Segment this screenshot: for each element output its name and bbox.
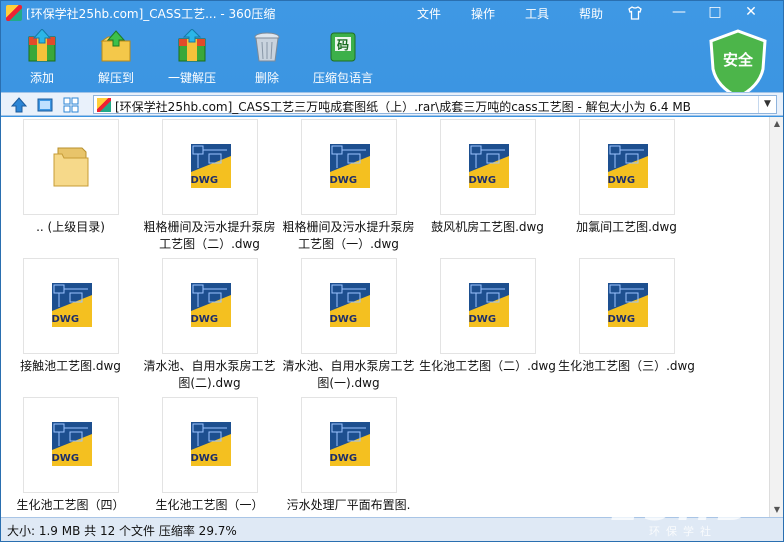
one-click-extract-icon	[174, 28, 210, 65]
dwg-badge: DWG	[468, 314, 497, 325]
file-name-label: 生化池工艺图（三）.dwg	[558, 359, 695, 373]
archive-language-label: 压缩包语言	[312, 71, 373, 85]
title-bar: [环保学社25hb.com]_CASS工艺... - 360压缩 文件 操作 工…	[1, 1, 783, 25]
menu-file[interactable]: 文件	[409, 4, 449, 23]
file-thumbnail: DWG	[300, 397, 397, 493]
extract-to-icon	[98, 29, 134, 65]
window-title: [环保学社25hb.com]_CASS工艺... - 360压缩	[26, 7, 276, 21]
dwg-badge: DWG	[468, 175, 497, 186]
file-name-label: 鼓风机房工艺图.dwg	[431, 220, 544, 234]
file-name-label: 加氯间工艺图.dwg	[576, 220, 677, 234]
code-badge: 码	[336, 38, 349, 52]
file-name-label: 污水处理厂平面布置图.	[286, 498, 411, 512]
file-thumbnail: DWG	[578, 119, 675, 215]
file-item[interactable]: DWG 生化池工艺图（二）.dwg	[418, 258, 557, 375]
dwg-badge: DWG	[329, 175, 358, 186]
file-item[interactable]: DWG 接触池工艺图.dwg	[1, 258, 140, 375]
add-button[interactable]: 添加	[5, 28, 79, 86]
add-label: 添加	[29, 71, 54, 85]
file-thumbnail: DWG	[439, 258, 536, 354]
dwg-badge: DWG	[190, 453, 219, 464]
minimize-icon[interactable]: —	[661, 3, 697, 23]
file-item[interactable]: DWG 生化池工艺图（三）.dwg	[557, 258, 696, 375]
status-text: 大小: 1.9 MB 共 12 个文件 压缩率 29.7%	[7, 524, 237, 538]
toolbar: 添加 解压到 一键解压 删除 码 压缩包语言 安全	[1, 25, 783, 99]
security-badge-text: 安全	[722, 51, 753, 69]
file-thumbnail: DWG	[22, 397, 119, 493]
file-name-label: 生化池工艺图（一）	[155, 498, 264, 512]
dwg-badge: DWG	[51, 453, 80, 464]
file-name-label: 生化池工艺图（二）.dwg	[419, 359, 556, 373]
extract-to-label: 解压到	[97, 71, 134, 85]
main-window: [环保学社25hb.com]_CASS工艺... - 360压缩 文件 操作 工…	[0, 0, 784, 542]
skin-shirt-icon[interactable]	[627, 5, 643, 21]
dwg-badge: DWG	[190, 175, 219, 186]
vertical-scrollbar[interactable]: ▲ ▼	[769, 117, 783, 517]
file-item[interactable]: DWG 粗格栅间及污水提升泵房工艺图（一）.dwg	[279, 119, 418, 253]
file-thumbnail	[22, 119, 119, 215]
address-dropdown-icon[interactable]: ▼	[758, 96, 776, 113]
one-click-extract-label: 一键解压	[167, 71, 216, 85]
parent-folder-item[interactable]: .. (上级目录)	[1, 119, 140, 236]
extract-to-button[interactable]: 解压到	[79, 29, 153, 86]
up-arrow-icon[interactable]	[10, 97, 28, 113]
dwg-badge: DWG	[190, 314, 219, 325]
file-thumbnail: DWG	[300, 258, 397, 354]
file-thumbnail: DWG	[22, 258, 119, 354]
archive-language-icon: 码	[325, 29, 361, 65]
view-grid-icon[interactable]	[63, 97, 79, 113]
file-name-label: 清水池、自用水泵房工艺图(二).dwg	[143, 359, 276, 390]
file-thumbnail: DWG	[161, 119, 258, 215]
file-name-label: 生化池工艺图（四）	[16, 498, 125, 512]
window-controls: — □ ✕	[661, 3, 769, 23]
file-thumbnail: DWG	[578, 258, 675, 354]
menu-tools[interactable]: 工具	[517, 4, 557, 23]
file-name-label: .. (上级目录)	[36, 220, 105, 234]
menu-operation[interactable]: 操作	[463, 4, 503, 23]
add-archive-icon	[24, 28, 60, 65]
file-item[interactable]: DWG 生化池工艺图（四）	[1, 397, 140, 514]
file-item[interactable]: DWG 加氯间工艺图.dwg	[557, 119, 696, 236]
view-large-icon[interactable]	[37, 97, 53, 113]
file-thumbnail: DWG	[161, 397, 258, 493]
address-field[interactable]: [环保学社25hb.com]_CASS工艺三万吨成套图纸（上）.rar\成套三万…	[93, 95, 777, 114]
file-list: .. (上级目录) DWG 粗格栅间及污水提升泵房工艺图（二）.dwg DWG 粗格栅间…	[1, 117, 769, 517]
menu-help[interactable]: 帮助	[571, 4, 611, 23]
delete-trash-icon	[249, 29, 285, 65]
dwg-badge: DWG	[607, 175, 636, 186]
delete-label: 删除	[254, 71, 279, 85]
address-text: [环保学社25hb.com]_CASS工艺三万吨成套图纸（上）.rar\成套三万…	[115, 100, 691, 114]
file-name-label: 粗格栅间及污水提升泵房工艺图（一）.dwg	[282, 220, 415, 251]
folder-icon	[53, 147, 88, 187]
file-thumbnail: DWG	[300, 119, 397, 215]
scroll-up-icon[interactable]: ▲	[770, 117, 784, 131]
security-shield-icon[interactable]: 安全	[707, 29, 769, 99]
dwg-badge: DWG	[329, 453, 358, 464]
delete-button[interactable]: 删除	[230, 29, 304, 86]
archive-language-button[interactable]: 码 压缩包语言	[304, 29, 382, 86]
file-item[interactable]: DWG 清水池、自用水泵房工艺图(一).dwg	[279, 258, 418, 392]
close-icon[interactable]: ✕	[733, 3, 769, 23]
file-item[interactable]: DWG 粗格栅间及污水提升泵房工艺图（二）.dwg	[140, 119, 279, 253]
maximize-icon[interactable]: □	[697, 3, 733, 23]
one-click-extract-button[interactable]: 一键解压	[155, 28, 229, 86]
watermark-logo: 25HB 环保学社	[609, 481, 784, 541]
archive-icon	[97, 98, 111, 112]
file-item[interactable]: DWG 污水处理厂平面布置图.	[279, 397, 418, 514]
file-thumbnail: DWG	[161, 258, 258, 354]
address-row: [环保学社25hb.com]_CASS工艺三万吨成套图纸（上）.rar\成套三万…	[1, 92, 783, 116]
app-logo-icon	[6, 5, 22, 21]
file-item[interactable]: DWG 生化池工艺图（一）	[140, 397, 279, 514]
dwg-badge: DWG	[51, 314, 80, 325]
file-item[interactable]: DWG 清水池、自用水泵房工艺图(二).dwg	[140, 258, 279, 392]
file-name-label: 接触池工艺图.dwg	[20, 359, 121, 373]
file-name-label: 清水池、自用水泵房工艺图(一).dwg	[282, 359, 415, 390]
file-item[interactable]: DWG 鼓风机房工艺图.dwg	[418, 119, 557, 236]
file-name-label: 粗格栅间及污水提升泵房工艺图（二）.dwg	[143, 220, 276, 251]
file-thumbnail: DWG	[439, 119, 536, 215]
menu-bar: 文件 操作 工具 帮助	[409, 4, 625, 23]
dwg-badge: DWG	[329, 314, 358, 325]
dwg-badge: DWG	[607, 314, 636, 325]
watermark-small: 环保学社	[649, 525, 717, 538]
